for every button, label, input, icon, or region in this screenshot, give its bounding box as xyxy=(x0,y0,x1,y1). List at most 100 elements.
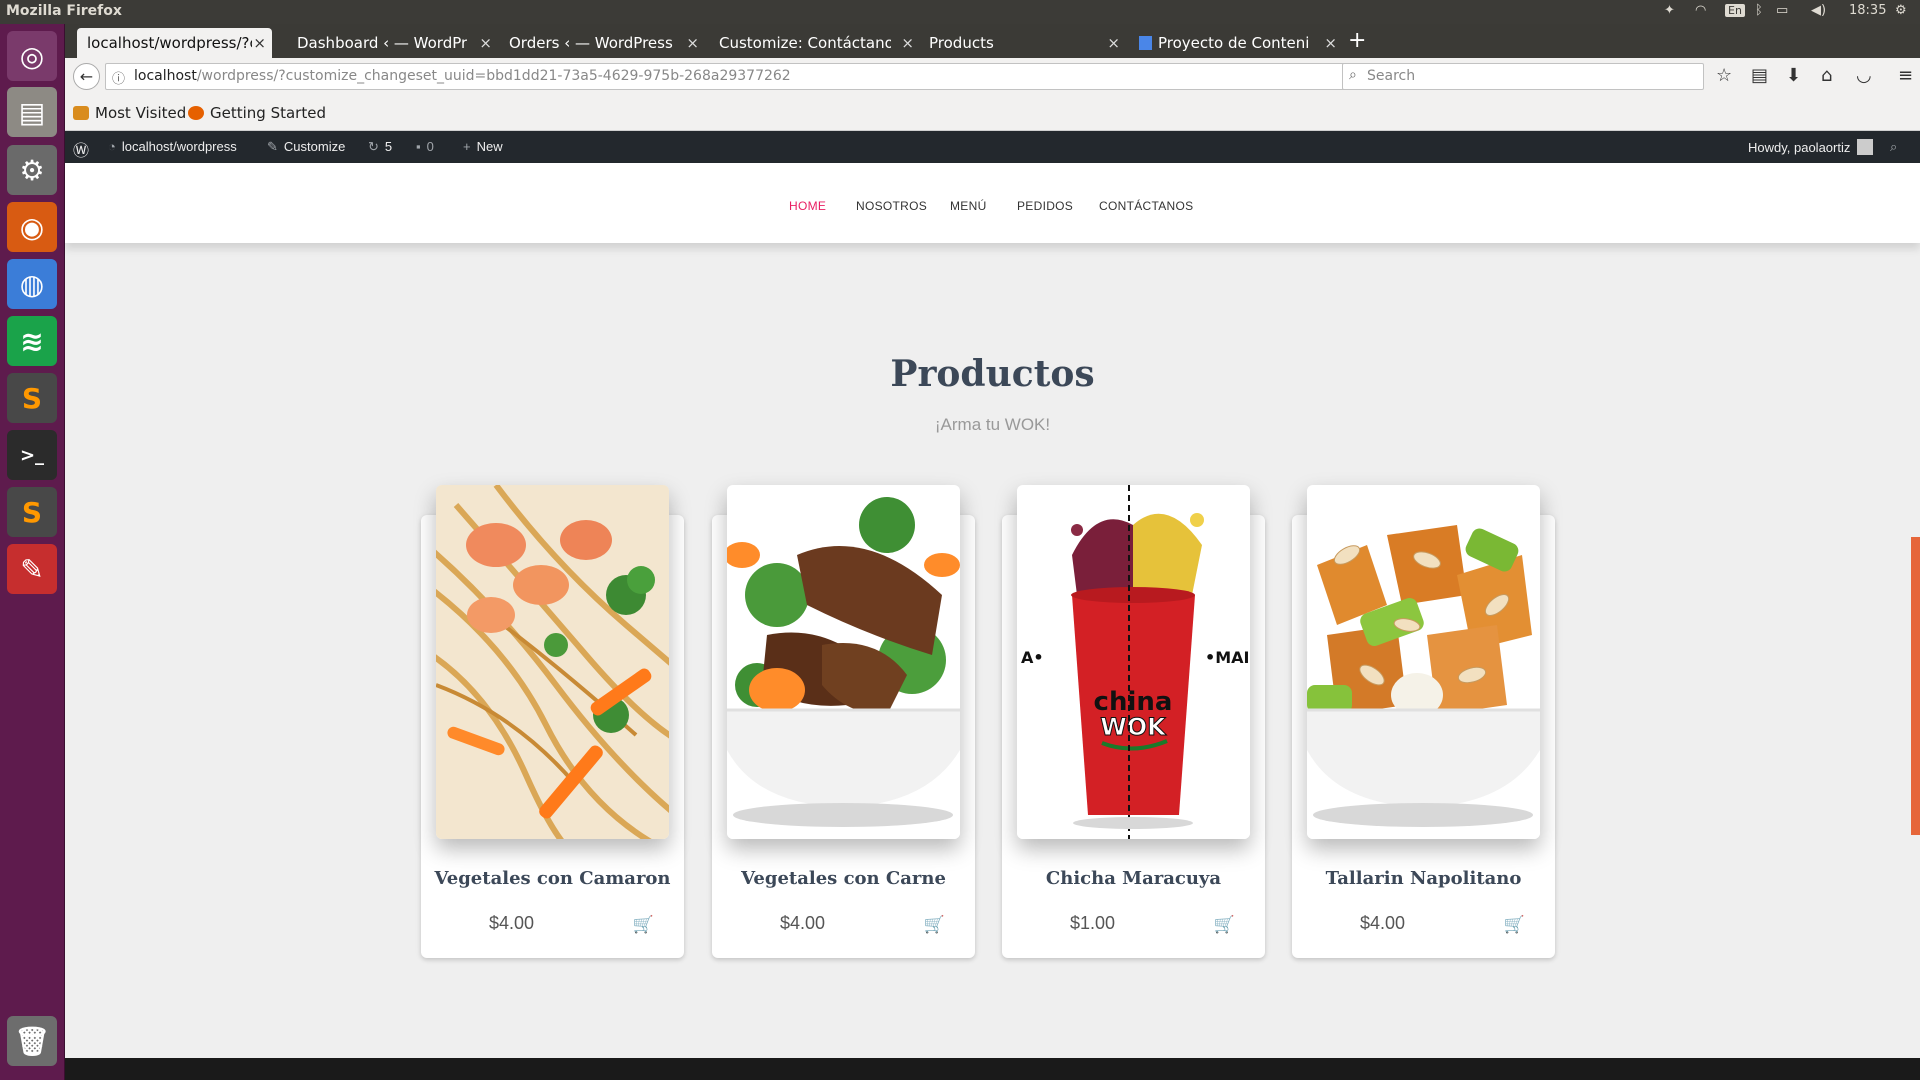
download-icon[interactable]: ⬇ xyxy=(1786,65,1801,86)
bookmark-most-visited[interactable]: Most Visited xyxy=(73,104,186,122)
home-icon[interactable]: ⌂ xyxy=(1821,65,1832,86)
wp-updates-link[interactable]: ↻ 5 xyxy=(368,139,392,155)
nav-contactanos[interactable]: CONTÁCTANOS xyxy=(1099,199,1193,213)
wp-new-label: New xyxy=(476,139,503,154)
ubuntu-dash-icon[interactable]: ◎ xyxy=(7,31,57,81)
spotify-icon[interactable]: ≋ xyxy=(7,316,57,366)
dropbox-icon[interactable]: ✦ xyxy=(1664,3,1675,18)
wp-updates-count: 5 xyxy=(384,139,393,154)
web-page: Ⓦ ◔ localhost/wordpress ✎ Customize ↻ 5 ▪ 0 … xyxy=(65,131,1920,1080)
cart-icon[interactable]: 🛒 xyxy=(633,915,654,935)
files-icon[interactable]: ▤ xyxy=(7,87,57,137)
pocket-icon[interactable]: ◡ xyxy=(1856,65,1872,86)
product-image-beef-broccoli[interactable] xyxy=(727,485,960,839)
url-bar[interactable]: ⓘ localhost/wordpress/?customize_changes… xyxy=(105,63,1367,90)
nav-pedidos[interactable]: PEDIDOS xyxy=(1017,199,1073,213)
tab-label-text: Proyecto de Contenido xyxy=(1158,34,1309,52)
product-image-china-wok-cup[interactable]: china WOK A• •MAI xyxy=(1017,485,1250,839)
sublime-text-icon[interactable]: S xyxy=(7,487,57,537)
menu-icon[interactable]: ≡ xyxy=(1898,65,1913,86)
close-icon[interactable]: × xyxy=(686,34,699,52)
clock[interactable]: 18:35 xyxy=(1849,3,1886,18)
reading-list-icon[interactable]: ▤ xyxy=(1751,65,1768,86)
product-price: $4.00 xyxy=(780,913,826,933)
product-name[interactable]: Tallarin Napolitano xyxy=(1292,868,1555,889)
browser-tab[interactable]: Customize: Contáctanos × xyxy=(719,28,914,58)
browser-tab[interactable]: Orders ‹ — WordPress × xyxy=(509,28,699,58)
tab-label: Orders ‹ — WordPress xyxy=(509,34,673,52)
cup-side-text-right: •MAI xyxy=(1205,648,1249,667)
firefox-icon[interactable]: ◉ xyxy=(7,202,57,252)
gear-icon[interactable]: ⚙ xyxy=(1895,3,1907,18)
cart-icon[interactable]: 🛒 xyxy=(924,915,945,935)
avatar xyxy=(1857,139,1874,155)
bookmark-getting-started[interactable]: Getting Started xyxy=(188,104,326,122)
cup-side-text-left: A• xyxy=(1021,648,1044,667)
trash-icon[interactable]: 🗑 xyxy=(7,1016,57,1066)
tab-label: Products xyxy=(929,34,994,52)
product-name[interactable]: Chicha Maracuya xyxy=(1002,868,1265,889)
close-icon[interactable]: × xyxy=(901,34,914,52)
bookmark-star-icon[interactable]: ☆ xyxy=(1716,65,1732,86)
wp-comments-link[interactable]: ▪ 0 xyxy=(416,139,434,154)
back-button[interactable]: ← xyxy=(73,63,100,90)
search-icon[interactable]: ⌕ xyxy=(1890,139,1897,155)
volume-icon[interactable]: ◀) xyxy=(1811,3,1826,18)
sublime-text-icon[interactable]: S xyxy=(7,373,57,423)
product-name[interactable]: Vegetales con Camaron xyxy=(421,868,684,889)
tab-label: Customize: Contáctanos xyxy=(719,34,891,52)
docs-icon xyxy=(1139,36,1152,50)
new-tab-button[interactable]: + xyxy=(1348,28,1366,53)
cart-icon[interactable]: 🛒 xyxy=(1214,915,1235,935)
tab-label: Proyecto de Contenido xyxy=(1139,34,1309,52)
close-icon[interactable]: × xyxy=(253,34,266,52)
brush-icon: ✎ xyxy=(267,139,278,154)
keyboard-layout-indicator[interactable]: En xyxy=(1725,4,1745,17)
wp-howdy-label: Howdy, paolaortiz xyxy=(1748,140,1851,155)
wifi-icon[interactable]: ◠ xyxy=(1695,3,1706,18)
chrome-icon[interactable]: ◍ xyxy=(7,259,57,309)
tab-label: Dashboard ‹ — WordPress xyxy=(297,34,467,52)
url-path: /wordpress/?customize_changeset_uuid=bbd… xyxy=(196,68,791,84)
browser-tab[interactable]: localhost/wordpress/?cus × xyxy=(77,28,272,58)
close-icon[interactable]: × xyxy=(1107,34,1120,52)
wp-new-link[interactable]: + New xyxy=(463,139,503,154)
close-icon[interactable]: × xyxy=(479,34,492,52)
dashboard-icon: ◔ xyxy=(108,139,116,154)
close-icon[interactable]: × xyxy=(1324,34,1337,52)
url-host: localhost xyxy=(134,68,197,84)
browser-tab[interactable]: Proyecto de Contenido × xyxy=(1139,28,1337,58)
info-icon[interactable]: ⓘ xyxy=(112,68,125,87)
wp-site-link[interactable]: ◔ localhost/wordpress xyxy=(108,139,237,154)
plus-icon: + xyxy=(463,139,471,154)
product-price: $4.00 xyxy=(489,913,535,933)
browser-tab[interactable]: Dashboard ‹ — WordPress × xyxy=(297,28,492,58)
product-name[interactable]: Vegetales con Carne xyxy=(712,868,975,889)
pdf-viewer-icon[interactable]: ✎ xyxy=(7,544,57,594)
page-scrollbar[interactable] xyxy=(1911,537,1920,835)
section-title: Productos xyxy=(890,353,1095,395)
browser-tab[interactable]: Products × xyxy=(929,28,1120,58)
search-placeholder: Search xyxy=(1367,68,1416,84)
wp-customize-link[interactable]: ✎ Customize xyxy=(267,139,345,155)
wp-admin-bar: Ⓦ ◔ localhost/wordpress ✎ Customize ↻ 5 ▪ 0 … xyxy=(65,131,1920,163)
firefox-icon xyxy=(188,106,204,120)
cart-icon[interactable]: 🛒 xyxy=(1504,915,1525,935)
nav-menu[interactable]: MENÚ xyxy=(950,199,987,213)
bluetooth-icon[interactable]: ᛒ xyxy=(1755,3,1763,18)
wp-customize-label: Customize xyxy=(283,139,346,154)
wordpress-logo-icon[interactable]: Ⓦ xyxy=(73,137,89,161)
nav-nosotros[interactable]: NOSOTROS xyxy=(856,199,927,213)
product-image-noodles-shrimp[interactable] xyxy=(436,485,669,839)
site-header: HOME NOSOTROS MENÚ PEDIDOS CONTÁCTANOS xyxy=(65,163,1920,243)
search-input[interactable]: ⌕ Search xyxy=(1342,63,1704,90)
tab-label: localhost/wordpress/?cus xyxy=(87,34,252,52)
wp-account-menu[interactable]: Howdy, paolaortiz xyxy=(1748,139,1874,155)
battery-icon[interactable]: ▭ xyxy=(1776,3,1788,18)
updates-icon: ↻ xyxy=(368,139,379,154)
terminal-icon[interactable]: >_ xyxy=(7,430,57,480)
cup-logo-text-2: WOK xyxy=(1100,713,1167,741)
nav-home[interactable]: HOME xyxy=(789,199,826,213)
system-settings-icon[interactable]: ⚙ xyxy=(7,145,57,195)
product-image-chicken-almonds[interactable] xyxy=(1307,485,1540,839)
